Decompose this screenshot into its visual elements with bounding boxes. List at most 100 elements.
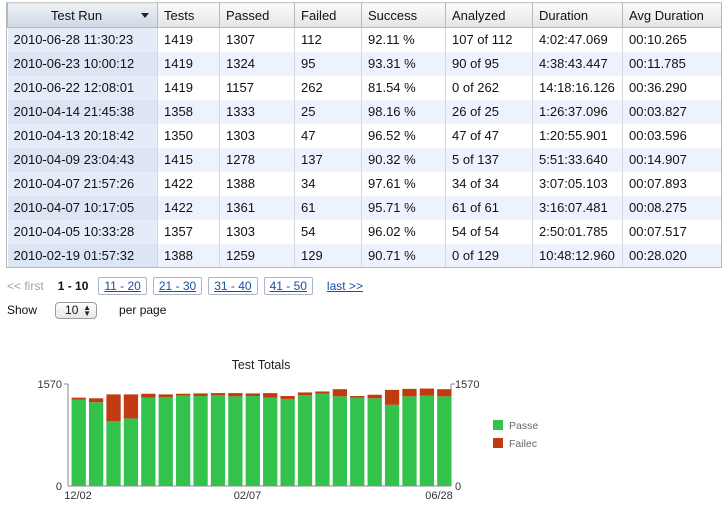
table-row[interactable]: 2010-04-09 23:04:43 1415 1278 137 90.32 % 5 o… xyxy=(7,147,721,172)
column-header-test-run[interactable]: Test Run xyxy=(7,2,158,28)
cell-success: 96.02 % xyxy=(361,219,446,244)
bar-passed xyxy=(402,396,417,486)
test-runs-page: Test Run Tests Passed Failed Success Ana… xyxy=(0,0,722,509)
cell-duration: 10:48:12.960 xyxy=(532,243,623,267)
bar-failed xyxy=(367,394,382,399)
column-header-failed[interactable]: Failed xyxy=(294,2,362,28)
cell-success: 81.54 % xyxy=(361,75,446,100)
cell-avg-duration: 00:07.893 xyxy=(622,171,721,196)
table-row[interactable]: 2010-04-14 21:45:38 1358 1333 25 98.16 % 26 o… xyxy=(7,99,721,124)
bar-passed xyxy=(384,404,400,486)
bar-passed xyxy=(437,396,452,486)
page-link-31-40[interactable]: 31 - 40 xyxy=(208,277,258,295)
column-header-avg-duration[interactable]: Avg Duration xyxy=(622,2,721,28)
column-header-duration[interactable]: Duration xyxy=(532,2,623,28)
cell-duration: 5:51:33.640 xyxy=(532,147,623,172)
test-runs-table-container: Test Run Tests Passed Failed Success Ana… xyxy=(6,2,722,268)
bar-failed xyxy=(228,393,243,397)
bar-passed xyxy=(210,395,226,486)
bar-passed xyxy=(158,396,173,486)
cell-duration: 3:07:05.103 xyxy=(532,171,623,196)
cell-avg-duration: 00:11.785 xyxy=(622,51,721,76)
table-row[interactable]: 2010-06-28 11:30:23 1419 1307 112 92.11 % 107… xyxy=(7,27,721,52)
cell-success: 93.31 % xyxy=(361,51,446,76)
table-row[interactable]: 2010-06-22 12:08:01 1419 1157 262 81.54 % 0 o… xyxy=(7,75,721,100)
table-row[interactable]: 2010-06-23 10:00:12 1419 1324 95 93.31 % 90 o… xyxy=(7,51,721,76)
bar-failed xyxy=(419,388,435,396)
cell-analyzed: 0 of 129 xyxy=(445,243,533,267)
cell-success: 90.71 % xyxy=(361,243,446,267)
bar-passed xyxy=(332,396,347,486)
table-header-row: Test Run Tests Passed Failed Success Ana… xyxy=(7,2,721,28)
x-tick-label: 12/02 xyxy=(64,490,92,502)
bar-failed xyxy=(71,397,86,400)
bar-failed xyxy=(245,393,260,397)
bar-passed xyxy=(123,418,139,486)
cell-success: 90.32 % xyxy=(361,147,446,172)
cell-avg-duration: 00:36.290 xyxy=(622,75,721,100)
page-size-select[interactable]: 10 ▲ ▼ xyxy=(55,301,98,319)
cell-passed: 1307 xyxy=(219,27,295,52)
legend-label-passed: Passe xyxy=(509,420,538,432)
cell-passed: 1259 xyxy=(219,243,295,267)
x-tick-label: 06/28 xyxy=(425,490,453,502)
bar-passed xyxy=(106,421,121,486)
cell-passed: 1303 xyxy=(219,123,295,148)
bar-failed xyxy=(106,394,121,422)
cell-tests: 1415 xyxy=(157,147,220,172)
cell-analyzed: 47 of 47 xyxy=(445,123,533,148)
cell-avg-duration: 00:08.275 xyxy=(622,195,721,220)
column-header-analyzed[interactable]: Analyzed xyxy=(445,2,533,28)
cell-analyzed: 54 of 54 xyxy=(445,219,533,244)
test-totals-chart: 157001570012/02 02/07 06/28PasseFailec xyxy=(38,379,539,502)
test-runs-table: Test Run Tests Passed Failed Success Ana… xyxy=(7,2,721,267)
page-size-value: 10 xyxy=(65,303,79,317)
bar-failed xyxy=(280,396,295,399)
first-page-link: << first xyxy=(7,279,44,293)
cell-test-run: 2010-02-19 01:57:32 xyxy=(7,243,158,267)
cell-success: 96.52 % xyxy=(361,123,446,148)
up-down-arrows-icon: ▲ ▼ xyxy=(83,302,92,318)
last-page-link[interactable]: last >> xyxy=(327,279,363,293)
cell-duration: 3:16:07.481 xyxy=(532,195,623,220)
page-size-control: Show 10 ▲ ▼ per page xyxy=(7,300,166,320)
cell-tests: 1422 xyxy=(157,171,220,196)
cell-success: 97.61 % xyxy=(361,171,446,196)
cell-test-run: 2010-04-14 21:45:38 xyxy=(7,99,158,124)
column-header-passed[interactable]: Passed xyxy=(219,2,295,28)
show-label: Show xyxy=(7,303,38,317)
sort-descending-icon[interactable] xyxy=(141,13,149,18)
cell-test-run: 2010-04-09 23:04:43 xyxy=(7,147,158,172)
cell-analyzed: 34 of 34 xyxy=(445,171,533,196)
bar-failed xyxy=(193,393,208,397)
cell-analyzed: 61 of 61 xyxy=(445,195,533,220)
page-link-11-20[interactable]: 11 - 20 xyxy=(98,277,147,295)
per-page-label: per page xyxy=(119,303,167,317)
cell-passed: 1333 xyxy=(219,99,295,124)
page-link-41-50[interactable]: 41 - 50 xyxy=(263,277,313,295)
cell-passed: 1388 xyxy=(219,171,295,196)
cell-success: 95.71 % xyxy=(361,195,446,220)
column-header-success[interactable]: Success xyxy=(361,2,446,28)
bar-failed xyxy=(141,393,156,398)
column-header-tests[interactable]: Tests xyxy=(157,2,220,28)
table-row[interactable]: 2010-04-07 10:17:05 1422 1361 61 95.71 % 61 o… xyxy=(7,195,721,220)
bar-passed xyxy=(263,397,278,486)
table-row[interactable]: 2010-04-07 21:57:26 1422 1388 34 97.61 % 34 o… xyxy=(7,171,721,196)
current-page-range: 1 - 10 xyxy=(57,279,89,293)
cell-failed: 137 xyxy=(294,147,362,172)
bar-passed xyxy=(141,397,156,486)
y-tick-label-right-max: 1570 xyxy=(455,379,479,391)
table-row[interactable]: 2010-04-13 20:18:42 1350 1303 47 96.52 % 47 o… xyxy=(7,123,721,148)
bar-failed xyxy=(263,393,278,398)
bar-passed xyxy=(297,395,313,486)
cell-analyzed: 107 of 112 xyxy=(445,27,533,52)
table-row[interactable]: 2010-02-19 01:57:32 1388 1259 129 90.71 % 0 o… xyxy=(7,243,721,267)
page-link-21-30[interactable]: 21 - 30 xyxy=(152,277,203,295)
bar-passed xyxy=(88,402,104,486)
cell-failed: 47 xyxy=(294,123,362,148)
cell-duration: 1:20:55.901 xyxy=(532,123,623,148)
table-row[interactable]: 2010-04-05 10:33:28 1357 1303 54 96.02 % 54 o… xyxy=(7,219,721,244)
bar-passed xyxy=(367,398,382,486)
cell-analyzed: 5 of 137 xyxy=(445,147,533,172)
